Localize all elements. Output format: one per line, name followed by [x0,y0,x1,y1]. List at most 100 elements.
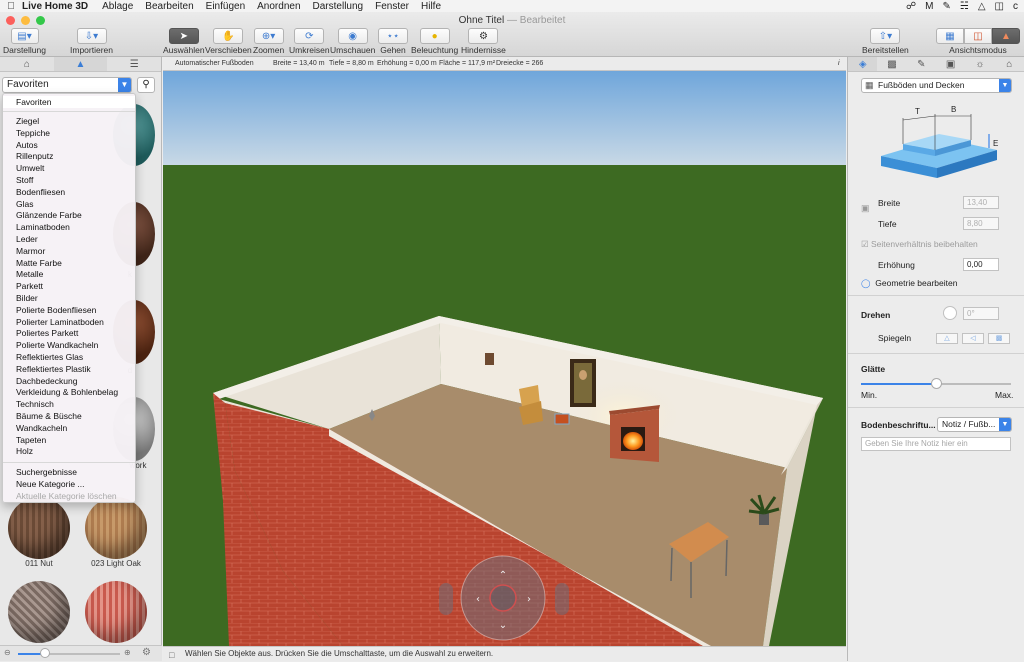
3d-scene[interactable]: ⌃ ⌄ ‹ › [163,71,846,646]
dropdown-item[interactable]: Holz [16,445,134,457]
object-type-select[interactable]: ▦ Fußböden und Decken ▼ [861,78,1012,93]
tab-material[interactable]: ◈ [848,57,878,71]
dropdown-item[interactable]: Marmor [16,245,134,257]
note-input[interactable]: Geben Sie Ihre Notiz hier ein [861,437,1011,451]
tab-object[interactable]: ▩ [877,57,906,71]
navigation-control[interactable]: ⌃ ⌄ ‹ › [460,555,546,641]
search-button[interactable]: ⚲ [137,77,155,93]
glaette-slider-knob[interactable] [931,378,942,389]
zoom-icon[interactable]: ⊕▾ [253,28,284,44]
dropdown-item[interactable]: Ziegel [16,115,134,127]
zoom-out-icon[interactable]: ⊖ [4,648,11,657]
display-icon[interactable]: ▤▾ [10,28,39,44]
menu-ablage[interactable]: Ablage [102,1,133,12]
mirror-horizontal-button[interactable]: △ [936,333,958,344]
gear-icon[interactable]: ⚙ [142,647,151,658]
lightbulb-icon[interactable]: ● [419,28,450,44]
zoom-in-icon[interactable]: ⊕ [124,648,131,657]
dropdown-item[interactable]: Bilder [16,292,134,304]
finder-icon[interactable]: ☵ [960,1,969,12]
split-view-icon[interactable]: ◫ [964,28,992,44]
orbit-icon[interactable]: ⟳ [294,28,325,44]
dropdown-item-favoriten[interactable]: Favoriten [3,96,135,108]
material-swatch-stripes[interactable] [85,581,147,643]
hand-icon[interactable]: ✋ [213,28,244,44]
dropdown-item[interactable]: Wandkacheln [16,422,134,434]
airplay-icon[interactable]: △ [978,1,986,12]
material-swatch-nut[interactable] [8,497,70,559]
tab-materials[interactable]: ▲ [53,57,108,71]
category-select[interactable]: Favoriten ▼ [2,77,132,93]
note-type-select[interactable]: Notiz / Fußb... ▼ [937,417,1012,432]
slider-knob[interactable] [40,648,50,658]
menu-hilfe[interactable]: Hilfe [421,1,441,12]
menu-app[interactable]: Live Home 3D [22,1,88,12]
walker-icon[interactable]: ⚙ [468,28,499,44]
menu-einfuegen[interactable]: Einfügen [206,1,245,12]
importieren-tool[interactable]: ⇩▾ Importieren [70,28,113,55]
import-icon[interactable]: ⇩▾ [76,28,107,44]
dropdown-item[interactable]: Polierte Wandkacheln [16,339,134,351]
pen-icon[interactable]: ✎ [942,1,950,12]
dropdown-item[interactable]: Glänzende Farbe [16,209,134,221]
dropdown-item[interactable]: Bodenfliesen [16,186,134,198]
tab-camera[interactable]: ▣ [936,57,965,71]
dropdown-item[interactable]: Laminatboden [16,221,134,233]
beleuchtung-tool[interactable]: ● Beleuchtung [411,28,458,55]
2d-view-icon[interactable]: ▦ [936,28,964,44]
mirror-vertical-button[interactable]: ◁ [962,333,984,344]
dropdown-item[interactable]: Polierter Laminatboden [16,316,134,328]
umschauen-tool[interactable]: ◉ Umschauen [330,28,375,55]
tab-building[interactable]: ⌂ [995,57,1024,71]
dropdown-item-suchergebnisse[interactable]: Suchergebnisse [16,466,134,478]
dropdown-item[interactable]: Metalle [16,268,134,280]
menu-anordnen[interactable]: Anordnen [257,1,300,12]
dropdown-item[interactable]: Poliertes Parkett [16,327,134,339]
tab-light[interactable]: ☼ [965,57,994,71]
cursor-icon[interactable]: ➤ [168,28,199,44]
side-table[interactable] [554,413,570,425]
erhoehung-field[interactable]: 0,00 [963,258,999,271]
material-swatch-light-oak[interactable] [85,497,147,559]
dropdown-item-neue-kategorie[interactable]: Neue Kategorie ... [16,478,134,490]
menu-fenster[interactable]: Fenster [375,1,409,12]
dropdown-item[interactable]: Rillenputz [16,150,134,162]
hindernisse-tool[interactable]: ⚙ Hindernisse [461,28,506,55]
apple-icon[interactable]:  [0,1,22,12]
verschieben-tool[interactable]: ✋ Verschieben [205,28,252,55]
dropdown-item[interactable]: Verkleidung & Bohlenbelag [16,386,134,398]
small-frame[interactable] [485,353,494,365]
dropdown-item[interactable]: Tapeten [16,434,134,446]
eye-icon[interactable]: ◉ [337,28,368,44]
dropdown-item[interactable]: Reflektiertes Glas [16,351,134,363]
dropdown-item[interactable]: Glas [16,198,134,210]
pitch-control[interactable] [555,583,569,615]
darstellung-tool[interactable]: ▤▾ Darstellung [3,28,46,55]
mirror-depth-button[interactable]: ▩ [988,333,1010,344]
share-icon[interactable]: ⇧▾ [870,28,901,44]
bluetooth-icon[interactable]: ϲ [1013,1,1018,12]
geometry-edit-toggle[interactable]: ◯ Geometrie bearbeiten [861,278,957,289]
footsteps-icon[interactable]: ⋆⋆ [378,28,408,44]
dropdown-item[interactable]: Technisch [16,398,134,410]
gehen-tool[interactable]: ⋆⋆ Gehen [378,28,408,55]
dropdown-item[interactable]: Polierte Bodenfliesen [16,304,134,316]
auswaehlen-tool[interactable]: ➤ Auswählen [163,28,205,55]
material-swatch-fabric[interactable] [8,581,70,643]
ansichtsmodus-tool[interactable]: ▦ ◫ ▲ Ansichtsmodus [936,28,1020,55]
screen-icon[interactable]: ◫ [995,1,1004,12]
bereitstellen-tool[interactable]: ⇧▾ Bereitstellen [862,28,909,55]
3d-view-icon[interactable]: ▲ [992,28,1020,44]
dropdown-item[interactable]: Reflektiertes Plastik [16,363,134,375]
tab-list[interactable]: ☰ [107,57,161,71]
sync-icon[interactable]: ☍ [906,1,916,12]
menu-darstellung[interactable]: Darstellung [313,1,364,12]
zoomen-tool[interactable]: ⊕▾ Zoomen [253,28,284,55]
dropdown-item[interactable]: Dachbedeckung [16,375,134,387]
dropdown-item[interactable]: Stoff [16,174,134,186]
3d-viewport[interactable]: ⌃ ⌄ ‹ › [163,71,846,646]
rotation-knob[interactable] [943,306,957,320]
elevation-control[interactable] [439,583,453,615]
dropdown-item[interactable]: Matte Farbe [16,257,134,269]
dropdown-item[interactable]: Umwelt [16,162,134,174]
